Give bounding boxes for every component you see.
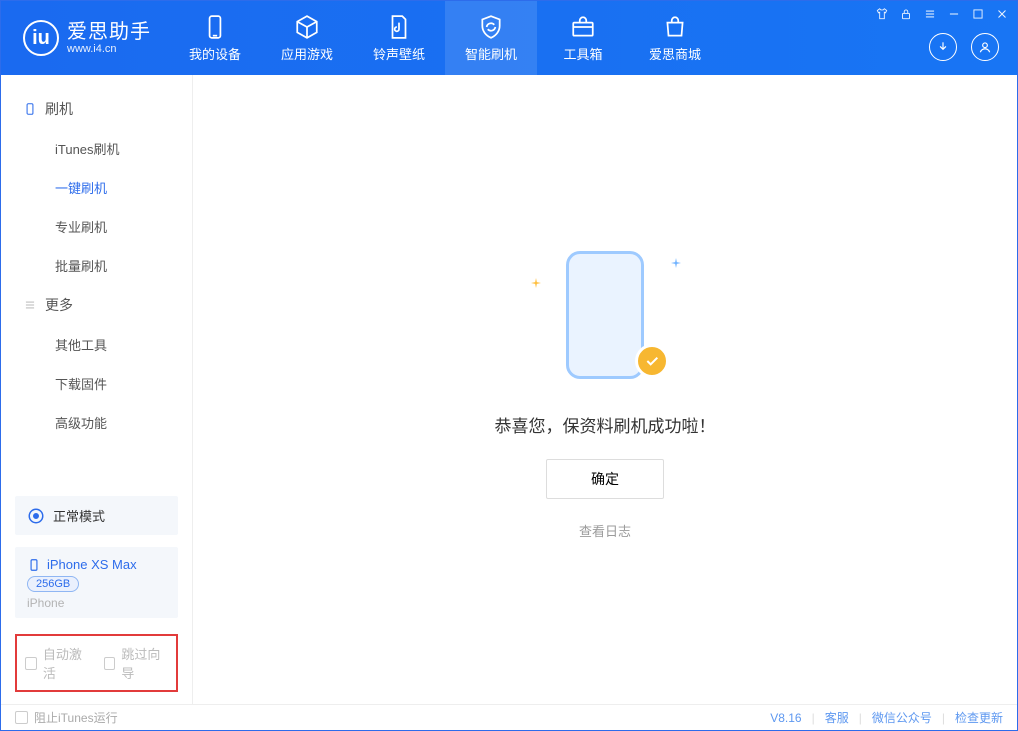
titlebar: iu 爱思助手 www.i4.cn 我的设备 应用游戏 铃声壁纸 智能刷机 工具… [1,1,1017,75]
phone-icon [202,14,228,40]
success-check-icon [635,344,669,378]
normal-mode-icon [27,507,45,525]
statusbar: 阻止iTunes运行 V8.16 | 客服 | 微信公众号 | 检查更新 [1,704,1017,730]
sidebar-item-batch-flash[interactable]: 批量刷机 [1,246,192,285]
close-icon[interactable] [995,7,1009,21]
bag-icon [662,14,688,40]
tab-label: 我的设备 [189,44,241,63]
checkbox-icon [104,657,116,670]
app-logo: iu 爱思助手 www.i4.cn [1,1,169,75]
connected-device-panel[interactable]: iPhone XS Max 256GB iPhone [15,547,178,618]
block-itunes-checkbox[interactable]: 阻止iTunes运行 [15,709,118,726]
group-label: 更多 [45,295,73,315]
phone-small-icon [23,102,37,116]
download-button[interactable] [929,33,957,61]
sidebar: 刷机 iTunes刷机 一键刷机 专业刷机 批量刷机 更多 其他工具 下载固件 … [1,75,193,704]
sparkle-icon [671,258,681,268]
checkbox-label: 自动激活 [43,644,90,682]
wechat-link[interactable]: 微信公众号 [872,709,932,726]
sidebar-item-itunes-flash[interactable]: iTunes刷机 [1,129,192,168]
window-controls [875,7,1009,21]
menu-icon[interactable] [923,7,937,21]
app-subtitle: www.i4.cn [67,43,151,55]
checkbox-label: 跳过向导 [121,644,168,682]
sidebar-item-download-firmware[interactable]: 下载固件 [1,364,192,403]
list-icon [23,298,37,312]
tab-store[interactable]: 爱思商城 [629,1,721,75]
sidebar-group-flash: 刷机 [1,89,192,129]
maximize-icon[interactable] [971,7,985,21]
auto-activate-checkbox[interactable]: 自动激活 [25,644,90,682]
view-log-link[interactable]: 查看日志 [579,521,631,540]
skip-guide-checkbox[interactable]: 跳过向导 [104,644,169,682]
success-illustration [535,240,675,390]
device-name-label: iPhone XS Max [47,557,137,572]
minimize-icon[interactable] [947,7,961,21]
tab-ringtones[interactable]: 铃声壁纸 [353,1,445,75]
top-nav: 我的设备 应用游戏 铃声壁纸 智能刷机 工具箱 爱思商城 [169,1,721,75]
device-type-label: iPhone [27,596,64,610]
group-label: 刷机 [45,99,73,119]
sidebar-item-advanced[interactable]: 高级功能 [1,403,192,442]
cube-icon [294,14,320,40]
version-label: V8.16 [770,711,801,725]
checkbox-icon [15,711,28,724]
tab-label: 铃声壁纸 [373,44,425,63]
tab-smart-flash[interactable]: 智能刷机 [445,1,537,75]
user-icon [978,40,992,54]
customer-service-link[interactable]: 客服 [825,709,849,726]
sidebar-item-pro-flash[interactable]: 专业刷机 [1,207,192,246]
app-title: 爱思助手 [67,21,151,43]
tab-label: 爱思商城 [649,44,701,63]
download-icon [936,40,950,54]
sidebar-item-other-tools[interactable]: 其他工具 [1,325,192,364]
tab-my-device[interactable]: 我的设备 [169,1,261,75]
checkbox-label: 阻止iTunes运行 [34,709,118,726]
main-content: 恭喜您，保资料刷机成功啦！ 确定 查看日志 [193,75,1017,704]
ok-button[interactable]: 确定 [546,459,664,499]
device-icon [27,558,41,572]
logo-icon: iu [23,20,59,56]
shield-sync-icon [478,14,504,40]
tab-apps[interactable]: 应用游戏 [261,1,353,75]
toolbox-icon [570,14,596,40]
lock-icon[interactable] [899,7,913,21]
user-button[interactable] [971,33,999,61]
capacity-badge: 256GB [27,576,79,592]
tab-label: 应用游戏 [281,44,333,63]
tab-toolbox[interactable]: 工具箱 [537,1,629,75]
check-update-link[interactable]: 检查更新 [955,709,1003,726]
mode-label: 正常模式 [53,506,105,525]
sidebar-group-more: 更多 [1,285,192,325]
device-mode-panel[interactable]: 正常模式 [15,496,178,535]
tab-label: 工具箱 [563,44,602,63]
flash-options-row: 自动激活 跳过向导 [15,634,178,692]
success-message: 恭喜您，保资料刷机成功啦！ [495,412,716,437]
checkbox-icon [25,657,37,670]
sparkle-icon [531,278,541,288]
sidebar-item-onekey-flash[interactable]: 一键刷机 [1,168,192,207]
tab-label: 智能刷机 [465,44,517,63]
shirt-icon[interactable] [875,7,889,21]
music-file-icon [386,14,412,40]
phone-illustration [566,251,644,379]
